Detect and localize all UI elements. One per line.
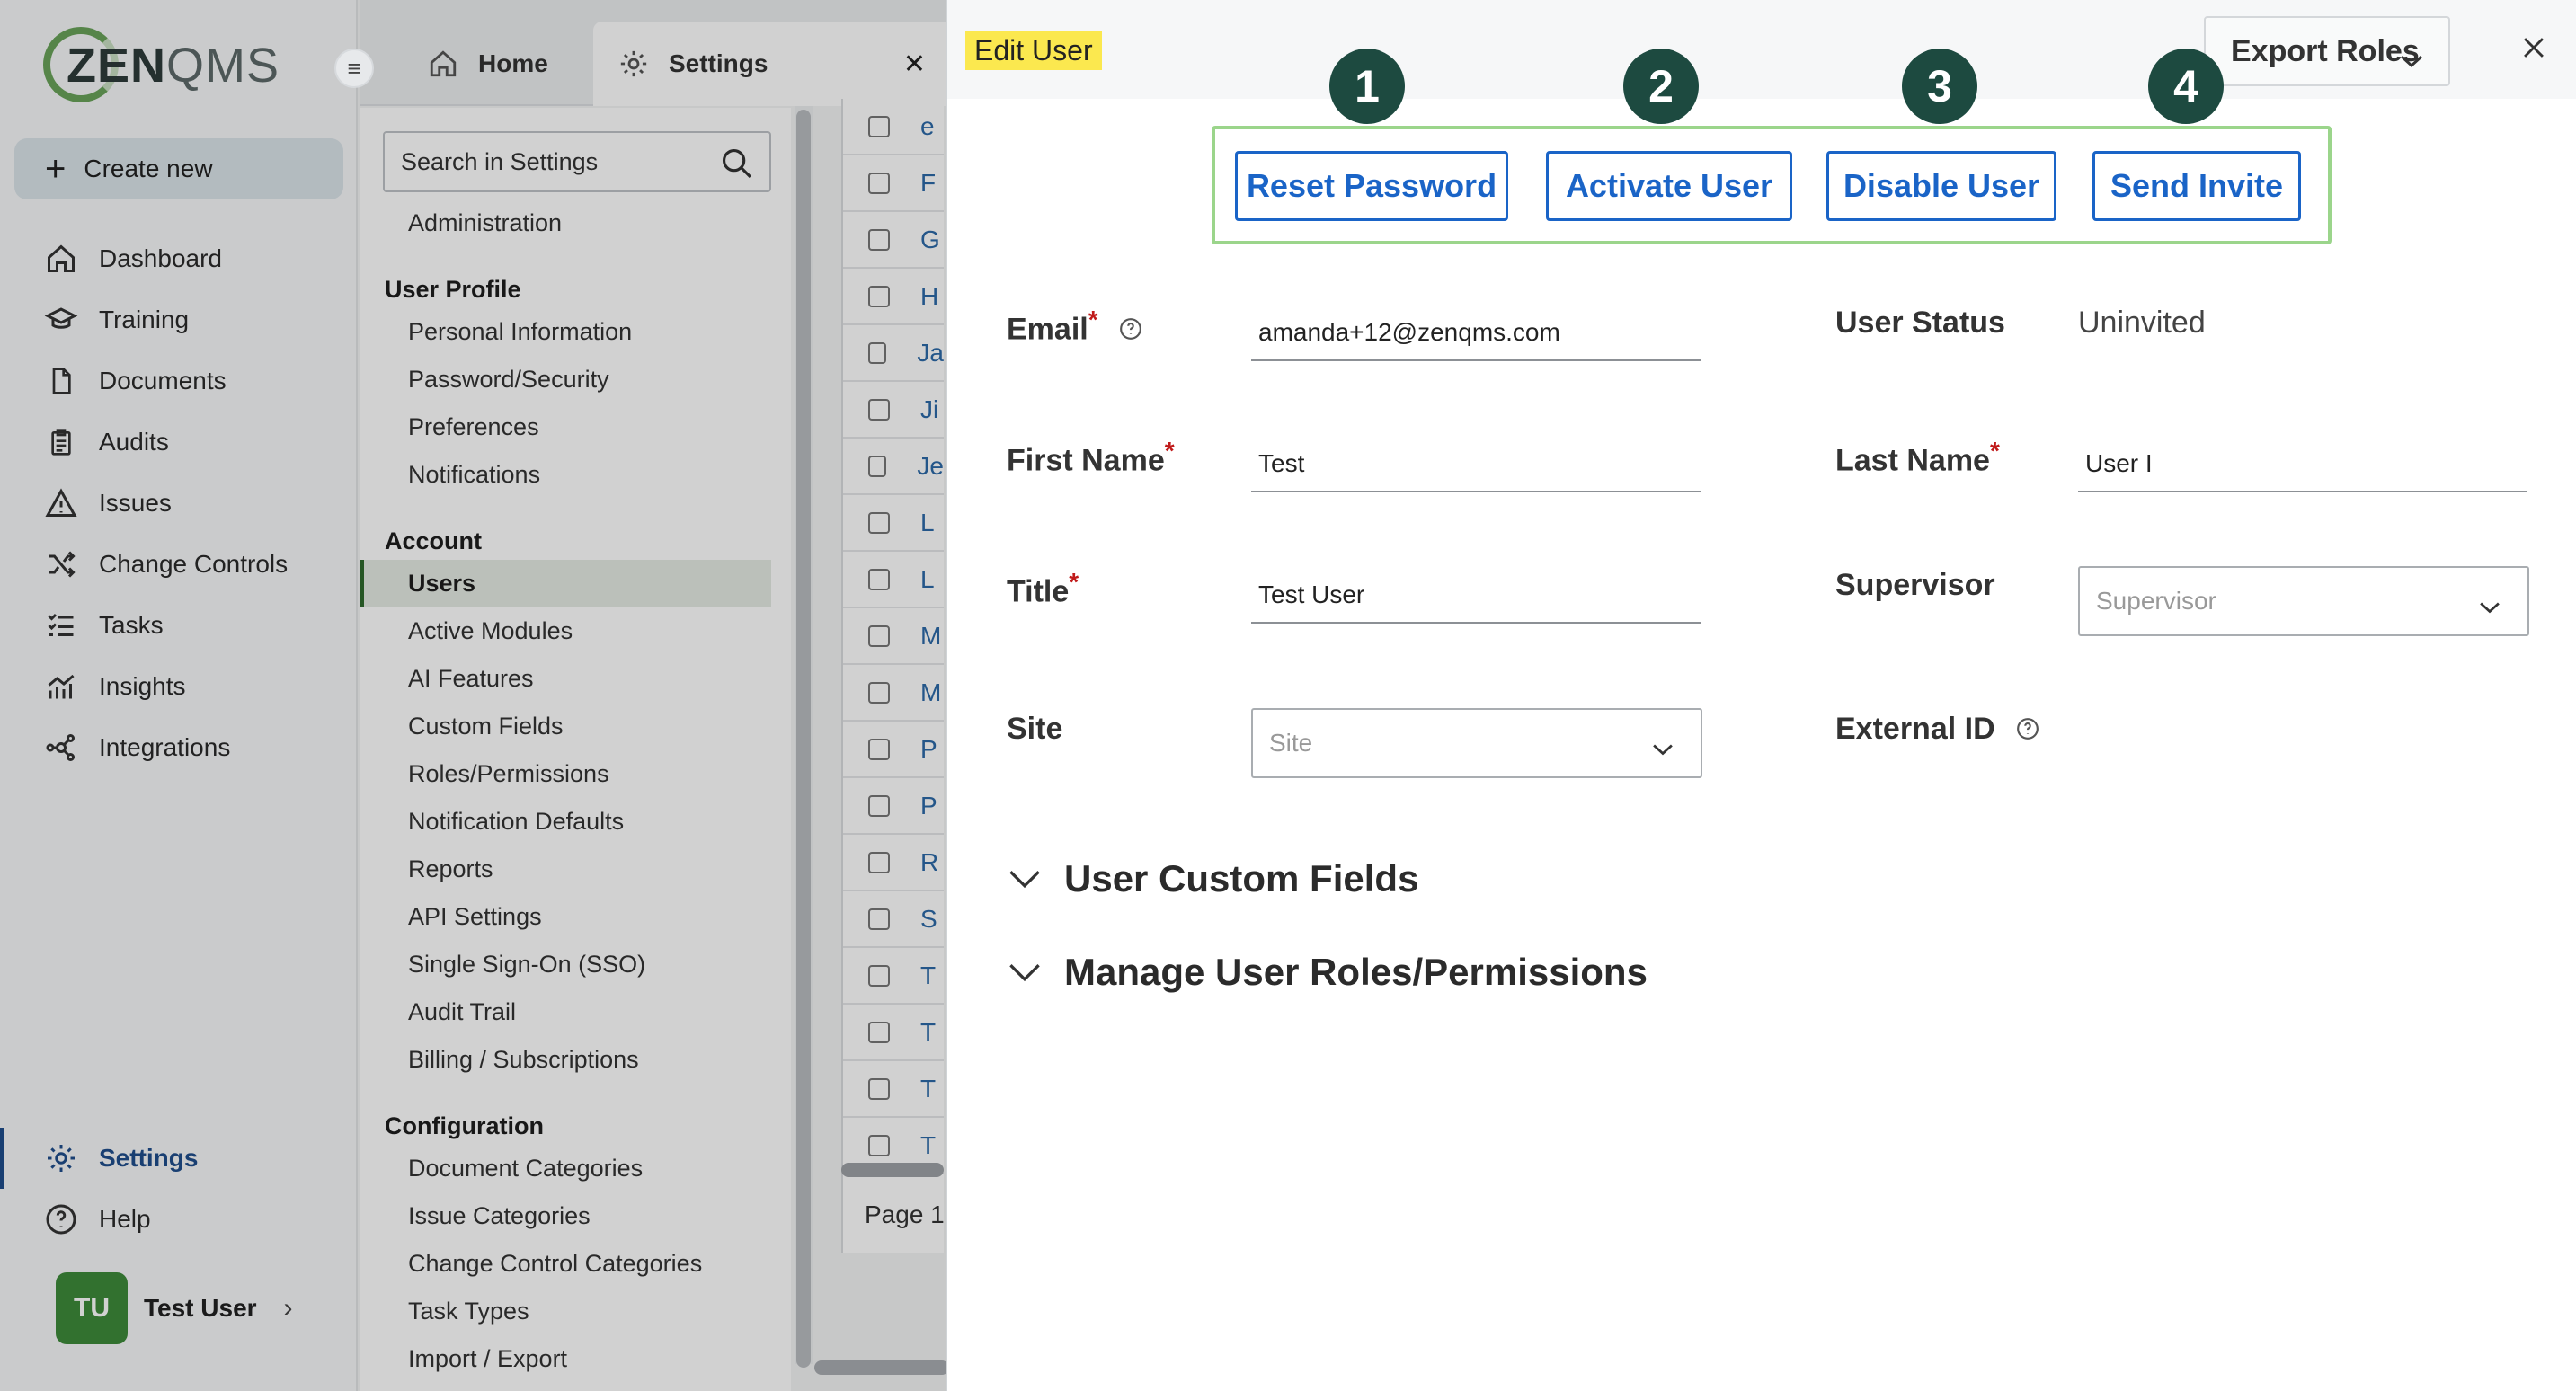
callout-badge-2: 2	[1623, 49, 1699, 124]
collapse-nav-button[interactable]: ≡	[334, 49, 374, 88]
chevron-down-icon	[2398, 43, 2425, 78]
required-asterisk: *	[1069, 568, 1079, 596]
chevron-down-icon	[1007, 867, 1043, 890]
modal-backdrop[interactable]	[0, 0, 946, 1391]
callout-badge-3: 3	[1902, 49, 1977, 124]
first-name-field[interactable]: Test	[1251, 437, 1701, 492]
user-status-label: User Status	[1835, 306, 2005, 340]
drawer-title: Edit User	[965, 31, 1102, 70]
email-label: Email*	[1007, 306, 1142, 349]
site-select[interactable]: Site	[1251, 708, 1702, 778]
drawer-header: Edit User Export Roles	[947, 0, 2576, 99]
site-label: Site	[1007, 712, 1063, 746]
disable-user-button[interactable]: Disable User	[1826, 151, 2056, 221]
required-asterisk: *	[1088, 306, 1098, 333]
external-id-label: External ID	[1835, 712, 2039, 749]
title-field[interactable]: Test User	[1251, 568, 1701, 624]
export-roles-dropdown[interactable]: Export Roles	[2204, 16, 2450, 86]
title-label: Title*	[1007, 568, 1079, 609]
help-icon[interactable]	[2016, 713, 2039, 749]
last-name-label: Last Name*	[1835, 437, 2000, 478]
required-asterisk: *	[1164, 437, 1175, 465]
first-name-label: First Name*	[1007, 437, 1175, 478]
chevron-down-icon	[2477, 593, 2502, 622]
supervisor-select[interactable]: Supervisor	[2078, 566, 2529, 636]
close-icon[interactable]	[2518, 32, 2549, 67]
hamburger-icon: ≡	[347, 54, 361, 82]
callout-badge-4: 4	[2148, 49, 2224, 124]
chevron-down-icon	[1007, 961, 1043, 984]
user-status-value: Uninvited	[2078, 306, 2206, 340]
chevron-down-icon	[1650, 735, 1675, 764]
help-icon[interactable]	[1119, 314, 1142, 349]
send-invite-button[interactable]: Send Invite	[2092, 151, 2301, 221]
required-asterisk: *	[1989, 437, 2000, 465]
supervisor-label: Supervisor	[1835, 568, 1995, 602]
last-name-field[interactable]: User I	[2078, 437, 2527, 492]
edit-user-drawer: Edit User Export Roles 1 2 3 4 Reset Pas…	[946, 0, 2576, 1391]
reset-password-button[interactable]: Reset Password	[1235, 151, 1508, 221]
user-custom-fields-section[interactable]: User Custom Fields	[1007, 857, 1418, 900]
manage-user-roles-section[interactable]: Manage User Roles/Permissions	[1007, 951, 1648, 994]
callout-badge-1: 1	[1329, 49, 1405, 124]
email-field[interactable]: amanda+12@zenqms.com	[1251, 306, 1701, 361]
activate-user-button[interactable]: Activate User	[1546, 151, 1792, 221]
